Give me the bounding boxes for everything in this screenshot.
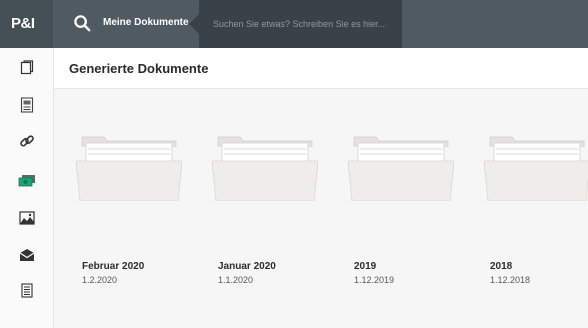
folder-date: 1.2.2020 bbox=[82, 275, 118, 285]
sidebar-item-mail[interactable] bbox=[0, 235, 53, 275]
folder-grid: Februar 2020 1.2.2020 Januar 2020 1.1.20… bbox=[54, 89, 588, 328]
folder-card[interactable]: Januar 2020 1.1.2020 bbox=[190, 89, 326, 328]
sidebar-item-lists[interactable] bbox=[0, 270, 53, 310]
form-icon bbox=[20, 97, 33, 113]
folder-date: 1.12.2019 bbox=[354, 275, 395, 285]
landscape-icon bbox=[18, 211, 35, 225]
folder-date: 1.1.2020 bbox=[218, 275, 254, 285]
page-title: Generierte Dokumente bbox=[69, 61, 209, 76]
sidebar-item-links[interactable] bbox=[0, 121, 53, 161]
sidebar-item-documents[interactable] bbox=[0, 48, 53, 88]
sidebar-item-payments[interactable] bbox=[0, 161, 53, 201]
document-icon bbox=[20, 60, 33, 75]
folder-name: 2019 bbox=[354, 261, 377, 272]
link-icon bbox=[19, 135, 34, 147]
folder-icon bbox=[484, 136, 588, 201]
folder-name: Februar 2020 bbox=[82, 261, 145, 272]
content-header: Generierte Dokumente bbox=[54, 48, 588, 89]
folder-name: Januar 2020 bbox=[218, 261, 276, 272]
folder-card[interactable]: Februar 2020 1.2.2020 bbox=[54, 89, 190, 328]
folder-card[interactable]: 2018 1.12.2018 bbox=[462, 89, 588, 328]
search-box bbox=[189, 0, 402, 48]
app-logo[interactable]: P&I bbox=[0, 0, 53, 48]
search-input[interactable] bbox=[213, 16, 393, 32]
folder-icon bbox=[348, 136, 454, 201]
money-icon bbox=[18, 175, 35, 187]
logo-text: P&I bbox=[11, 15, 35, 32]
breadcrumb[interactable]: Meine Dokumente bbox=[103, 17, 189, 28]
top-bar: P&I Meine Dokumente bbox=[0, 0, 588, 48]
sidebar bbox=[0, 48, 54, 328]
folder-icon bbox=[212, 136, 318, 201]
folder-name: 2018 bbox=[490, 261, 513, 272]
sidebar-item-forms[interactable] bbox=[0, 85, 53, 125]
folder-icon bbox=[76, 136, 182, 201]
folder-card[interactable]: 2019 1.12.2019 bbox=[326, 89, 462, 328]
folder-date: 1.12.2018 bbox=[490, 275, 531, 285]
sidebar-item-images[interactable] bbox=[0, 198, 53, 238]
mail-icon bbox=[19, 249, 34, 261]
search-icon[interactable] bbox=[73, 14, 92, 33]
list-icon bbox=[20, 282, 33, 298]
